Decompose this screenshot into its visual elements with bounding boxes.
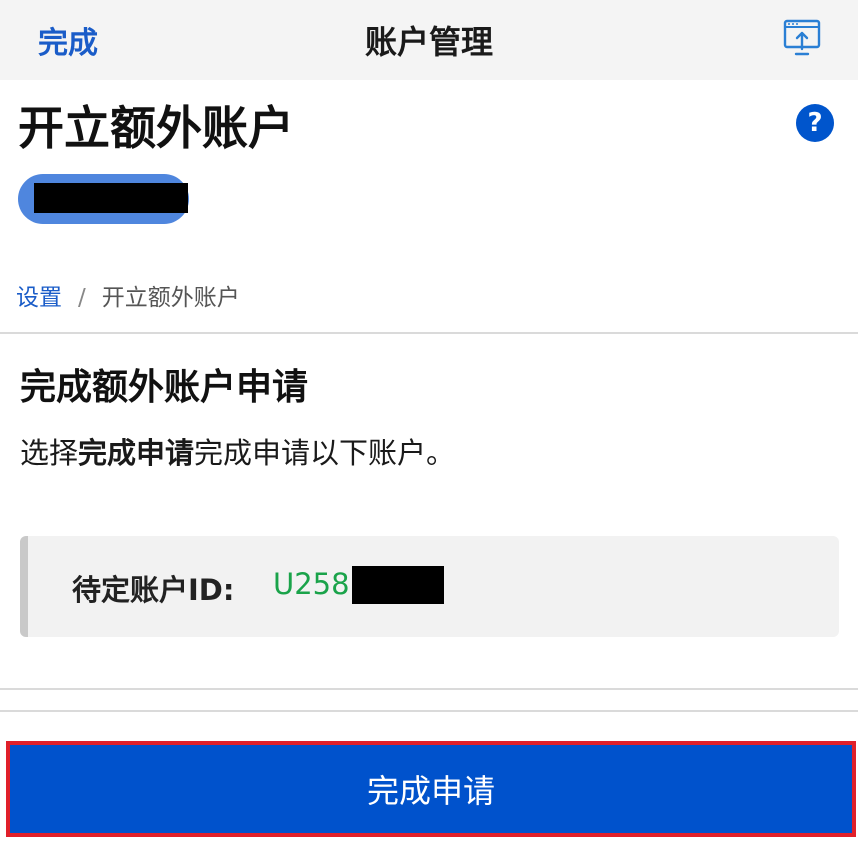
- pending-account-card: 待定账户ID: U258: [20, 536, 839, 637]
- redacted-account-id: [352, 566, 444, 604]
- pending-account-id: U258: [273, 567, 350, 601]
- section-title: 完成额外账户申请: [20, 367, 309, 408]
- divider: [0, 688, 858, 690]
- redacted-account-number: [34, 183, 188, 213]
- description-bold: 完成申请: [78, 436, 195, 470]
- divider: [0, 710, 858, 712]
- breadcrumb-separator: /: [78, 285, 86, 311]
- breadcrumb-current: 开立额外账户: [101, 285, 240, 311]
- section-description: 选择完成申请完成申请以下账户。: [20, 430, 455, 472]
- breadcrumb-settings-link[interactable]: 设置: [16, 285, 62, 311]
- pending-account-label: 待定账户ID:: [72, 573, 235, 607]
- description-prefix: 选择: [20, 436, 79, 470]
- page-title: 开立额外账户: [18, 101, 294, 155]
- submit-highlight-frame: 完成申请: [6, 741, 856, 837]
- breadcrumb: 设置 / 开立额外账户: [16, 278, 240, 312]
- nav-title: 账户管理: [364, 23, 493, 61]
- top-nav-bar: 完成 账户管理: [0, 0, 858, 80]
- account-management-screen: 完成 账户管理 开立额外账户 ? 设置 / 开立额外账户 完成额外账户申请 选择完成…: [0, 0, 858, 866]
- description-suffix: 完成申请以下账户。: [194, 436, 456, 470]
- divider: [0, 332, 858, 334]
- account-selector-pill[interactable]: [18, 174, 189, 224]
- help-icon[interactable]: ?: [796, 104, 834, 142]
- share-screen-icon[interactable]: [782, 18, 822, 56]
- complete-application-button[interactable]: 完成申请: [10, 745, 852, 833]
